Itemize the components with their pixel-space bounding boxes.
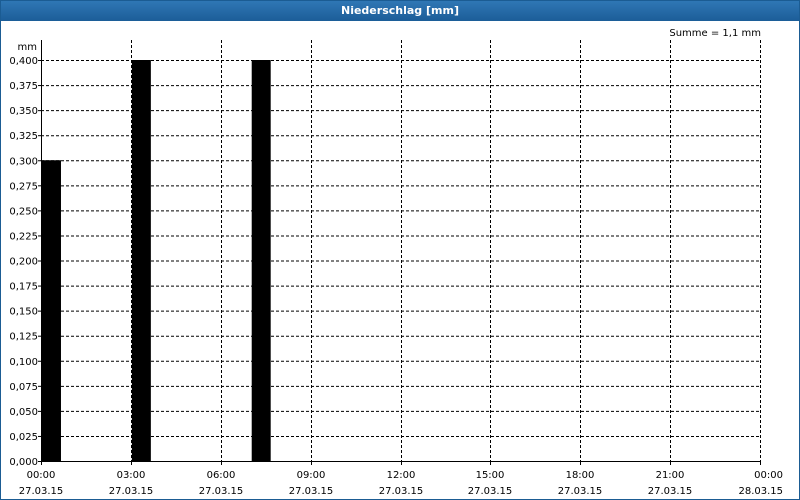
- x-tick-time-label: 06:00: [207, 470, 236, 481]
- y-tick-label: 0,200: [9, 257, 38, 268]
- x-tick-time-label: 15:00: [476, 470, 505, 481]
- x-tick-date-label: 27.03.15: [558, 486, 603, 497]
- x-tick-time-label: 03:00: [117, 470, 146, 481]
- x-tick-date-label: 27.03.15: [19, 486, 64, 497]
- x-tick-date-label: 27.03.15: [109, 486, 154, 497]
- precipitation-bar: [251, 60, 271, 461]
- y-tick-label: 0,175: [9, 282, 38, 293]
- y-tick-label: 0,400: [9, 56, 38, 67]
- y-tick-label: 0,275: [9, 181, 38, 192]
- y-tick-label: 0,225: [9, 231, 38, 242]
- x-tick-date-label: 27.03.15: [648, 486, 693, 497]
- x-tick-time-label: 12:00: [387, 470, 416, 481]
- y-tick-labels: 0,000 0,025 0,050 0,075 0,100 0,125 0,150 0,175…: [9, 56, 41, 468]
- x-tick-time-label: 00:00: [754, 470, 783, 481]
- sum-annotation: Summe = 1,1 mm: [669, 28, 761, 39]
- x-tick-date-label: 27.03.15: [289, 486, 334, 497]
- y-tick-label: 0,025: [9, 432, 38, 443]
- y-tick-label: 0,325: [9, 131, 38, 142]
- y-tick-label: 0,125: [9, 332, 38, 343]
- y-tick-label: 0,350: [9, 106, 38, 117]
- x-tick-time-label: 21:00: [656, 470, 685, 481]
- y-tick-label: 0,150: [9, 307, 38, 318]
- y-tick-label: 0,050: [9, 407, 38, 418]
- y-tick-label: 0,300: [9, 156, 38, 167]
- x-tick-labels: 00:00 27.03.15 03:00 27.03.15 06:00 27.03.15 0…: [19, 461, 783, 497]
- x-tick-time-label: 09:00: [297, 470, 326, 481]
- y-tick-label: 0,250: [9, 206, 38, 217]
- y-tick-label: 0,100: [9, 357, 38, 368]
- y-axis-unit-label: mm: [18, 42, 37, 53]
- y-tick-label: 0,000: [9, 457, 38, 468]
- precipitation-bar: [42, 160, 61, 461]
- x-tick-date-label: 28.03.15: [738, 486, 783, 497]
- x-tick-time-label: 00:00: [27, 470, 56, 481]
- x-tick-date-label: 27.03.15: [379, 486, 424, 497]
- precipitation-chart: Summe = 1,1 mm mm 0,0000,0250,0500,0750,…: [9, 28, 783, 497]
- x-tick-date-label: 27.03.15: [199, 486, 244, 497]
- y-tick-label: 0,075: [9, 382, 38, 393]
- precipitation-bar: [131, 60, 151, 461]
- x-tick-time-label: 18:00: [566, 470, 595, 481]
- y-tick-label: 0,375: [9, 81, 38, 92]
- x-tick-date-label: 27.03.15: [468, 486, 513, 497]
